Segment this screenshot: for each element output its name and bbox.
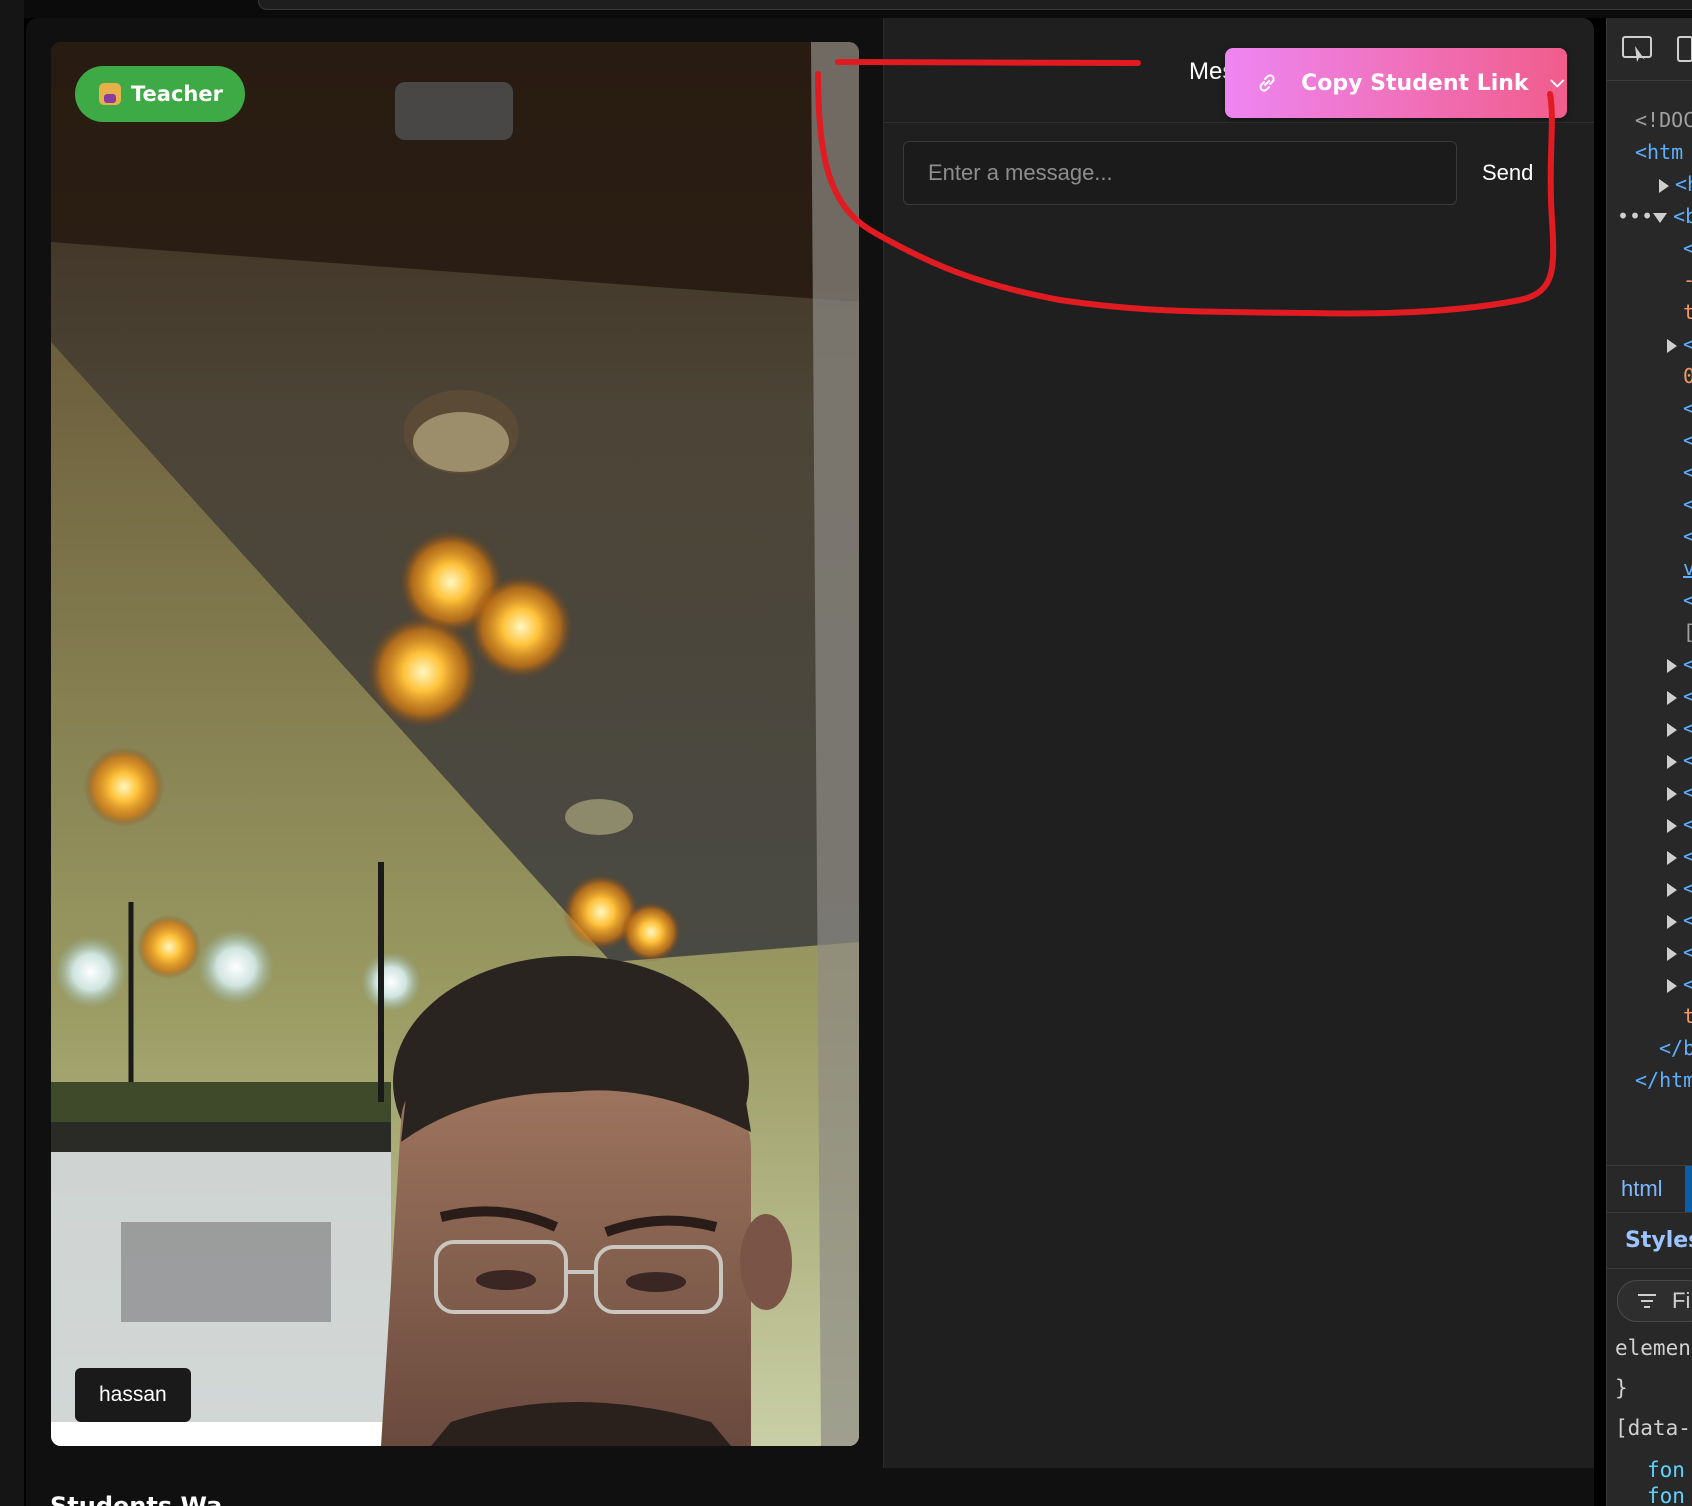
dom-node-text: < — [1683, 844, 1692, 868]
dom-node[interactable]: < — [1667, 652, 1692, 676]
style-property: fon — [1647, 1484, 1685, 1506]
dom-node[interactable]: < — [1667, 332, 1692, 356]
dom-node-text: < — [1683, 684, 1692, 708]
dom-node[interactable]: v — [1683, 556, 1692, 580]
message-input[interactable] — [903, 141, 1457, 205]
link-icon — [1259, 74, 1275, 92]
dom-node[interactable]: [ — [1683, 620, 1692, 644]
style-rule-selector: elemen — [1615, 1336, 1691, 1360]
breadcrumb-html[interactable]: html — [1621, 1176, 1663, 1202]
dom-node-text: <he — [1675, 172, 1692, 196]
expand-triangle-icon[interactable] — [1667, 818, 1677, 833]
dom-node[interactable]: < — [1683, 460, 1692, 484]
expand-triangle-icon[interactable] — [1667, 786, 1677, 801]
dom-node[interactable]: < — [1683, 236, 1692, 260]
style-property: fon — [1647, 1458, 1685, 1482]
more-dots-icon: ••• — [1617, 204, 1654, 228]
collapse-triangle-icon[interactable] — [1653, 212, 1668, 223]
dom-node-text: < — [1683, 972, 1692, 996]
tab-styles[interactable]: Styles — [1607, 1214, 1692, 1269]
dom-node-text: < — [1683, 716, 1692, 740]
expand-triangle-icon[interactable] — [1667, 978, 1677, 993]
filter-icon — [1638, 1294, 1656, 1308]
browser-tab-edge — [258, 0, 1692, 10]
expand-triangle-icon[interactable] — [1667, 914, 1677, 929]
devtools-panel: <!DOC <htm <he •••<bo < - t < 0 < < < < … — [1606, 18, 1692, 1506]
video-controls-pill[interactable] — [395, 82, 513, 140]
expand-triangle-icon[interactable] — [1667, 850, 1677, 865]
role-badge-label: Teacher — [131, 82, 223, 106]
inspect-element-icon[interactable] — [1621, 34, 1655, 64]
expand-triangle-icon[interactable] — [1667, 690, 1677, 705]
dom-node[interactable]: <he — [1659, 172, 1692, 196]
dom-node[interactable]: 0 — [1683, 364, 1692, 388]
style-rule-close: } — [1615, 1376, 1628, 1400]
dom-node[interactable]: < — [1683, 396, 1692, 420]
filter-placeholder: Fi — [1672, 1288, 1691, 1313]
dom-node[interactable]: <!DOC — [1635, 108, 1692, 132]
dom-node[interactable]: </b — [1659, 1036, 1692, 1060]
dom-node-text: < — [1683, 812, 1692, 836]
expand-triangle-icon[interactable] — [1667, 722, 1677, 737]
dom-node[interactable]: t — [1683, 1004, 1692, 1028]
dom-node[interactable]: t — [1683, 300, 1692, 324]
dom-node[interactable]: < — [1683, 524, 1692, 548]
expand-triangle-icon[interactable] — [1667, 754, 1677, 769]
dom-node[interactable]: < — [1667, 844, 1692, 868]
dom-node[interactable]: <htm — [1635, 140, 1683, 164]
styles-tab-label: Styles — [1625, 1228, 1692, 1253]
teacher-video-tile: Teacher hassan — [51, 42, 859, 1446]
dom-node-text: < — [1683, 652, 1692, 676]
dom-node-text: < — [1683, 908, 1692, 932]
dom-node[interactable]: < — [1667, 716, 1692, 740]
styles-filter-input[interactable]: Fi — [1617, 1280, 1692, 1322]
dom-node[interactable]: < — [1683, 588, 1692, 612]
dom-node[interactable]: - — [1683, 268, 1692, 292]
chevron-down-icon[interactable] — [1547, 72, 1567, 94]
dom-node-text: < — [1683, 748, 1692, 772]
device-toolbar-icon[interactable] — [1675, 34, 1692, 64]
devtools-toolbar — [1607, 18, 1692, 81]
browser-top-strip — [0, 0, 1692, 18]
participant-name-tag: hassan — [75, 1368, 191, 1422]
participant-name: hassan — [99, 1383, 167, 1406]
expand-triangle-icon[interactable] — [1667, 946, 1677, 961]
expand-triangle-icon[interactable] — [1667, 658, 1677, 673]
dom-node-text: <bo — [1673, 204, 1692, 228]
expand-triangle-icon[interactable] — [1659, 178, 1669, 193]
students-waiting-heading: Students Wa — [50, 1492, 223, 1506]
dom-node-text: < — [1683, 940, 1692, 964]
dom-node[interactable]: < — [1667, 940, 1692, 964]
dom-node[interactable]: < — [1667, 812, 1692, 836]
dom-node[interactable]: < — [1667, 684, 1692, 708]
dom-node[interactable]: < — [1683, 428, 1692, 452]
dom-node[interactable]: ••• <bo — [1617, 204, 1692, 228]
classroom-app: Teacher hassan Mes Copy Student Link Sen — [26, 18, 1594, 1506]
breadcrumb-selected[interactable] — [1685, 1166, 1692, 1212]
dom-node-text: < — [1683, 332, 1692, 356]
chat-panel: Mes Copy Student Link Send — [883, 18, 1594, 1468]
expand-triangle-icon[interactable] — [1667, 338, 1677, 353]
dom-node-text: < — [1683, 876, 1692, 900]
chat-header: Mes Copy Student Link — [884, 18, 1594, 123]
copy-student-link-label: Copy Student Link — [1301, 70, 1529, 96]
dom-node[interactable]: < — [1683, 492, 1692, 516]
send-button[interactable]: Send — [1482, 141, 1533, 205]
style-rule-selector: [data- — [1615, 1416, 1691, 1440]
dom-node[interactable]: < — [1667, 908, 1692, 932]
expand-triangle-icon[interactable] — [1667, 882, 1677, 897]
teacher-role-badge: Teacher — [75, 66, 245, 122]
dom-node[interactable]: </htm — [1635, 1068, 1692, 1092]
dom-node[interactable]: < — [1667, 780, 1692, 804]
browser-left-edge — [0, 0, 24, 1506]
dom-node[interactable]: < — [1667, 972, 1692, 996]
dom-node[interactable]: < — [1667, 876, 1692, 900]
webcam-feed — [51, 42, 859, 1446]
devtools-breadcrumb: html — [1607, 1165, 1692, 1213]
dom-node[interactable]: < — [1667, 748, 1692, 772]
dom-node-text: < — [1683, 780, 1692, 804]
copy-student-link-button[interactable]: Copy Student Link — [1225, 48, 1567, 118]
teacher-emoji-icon — [99, 83, 121, 105]
